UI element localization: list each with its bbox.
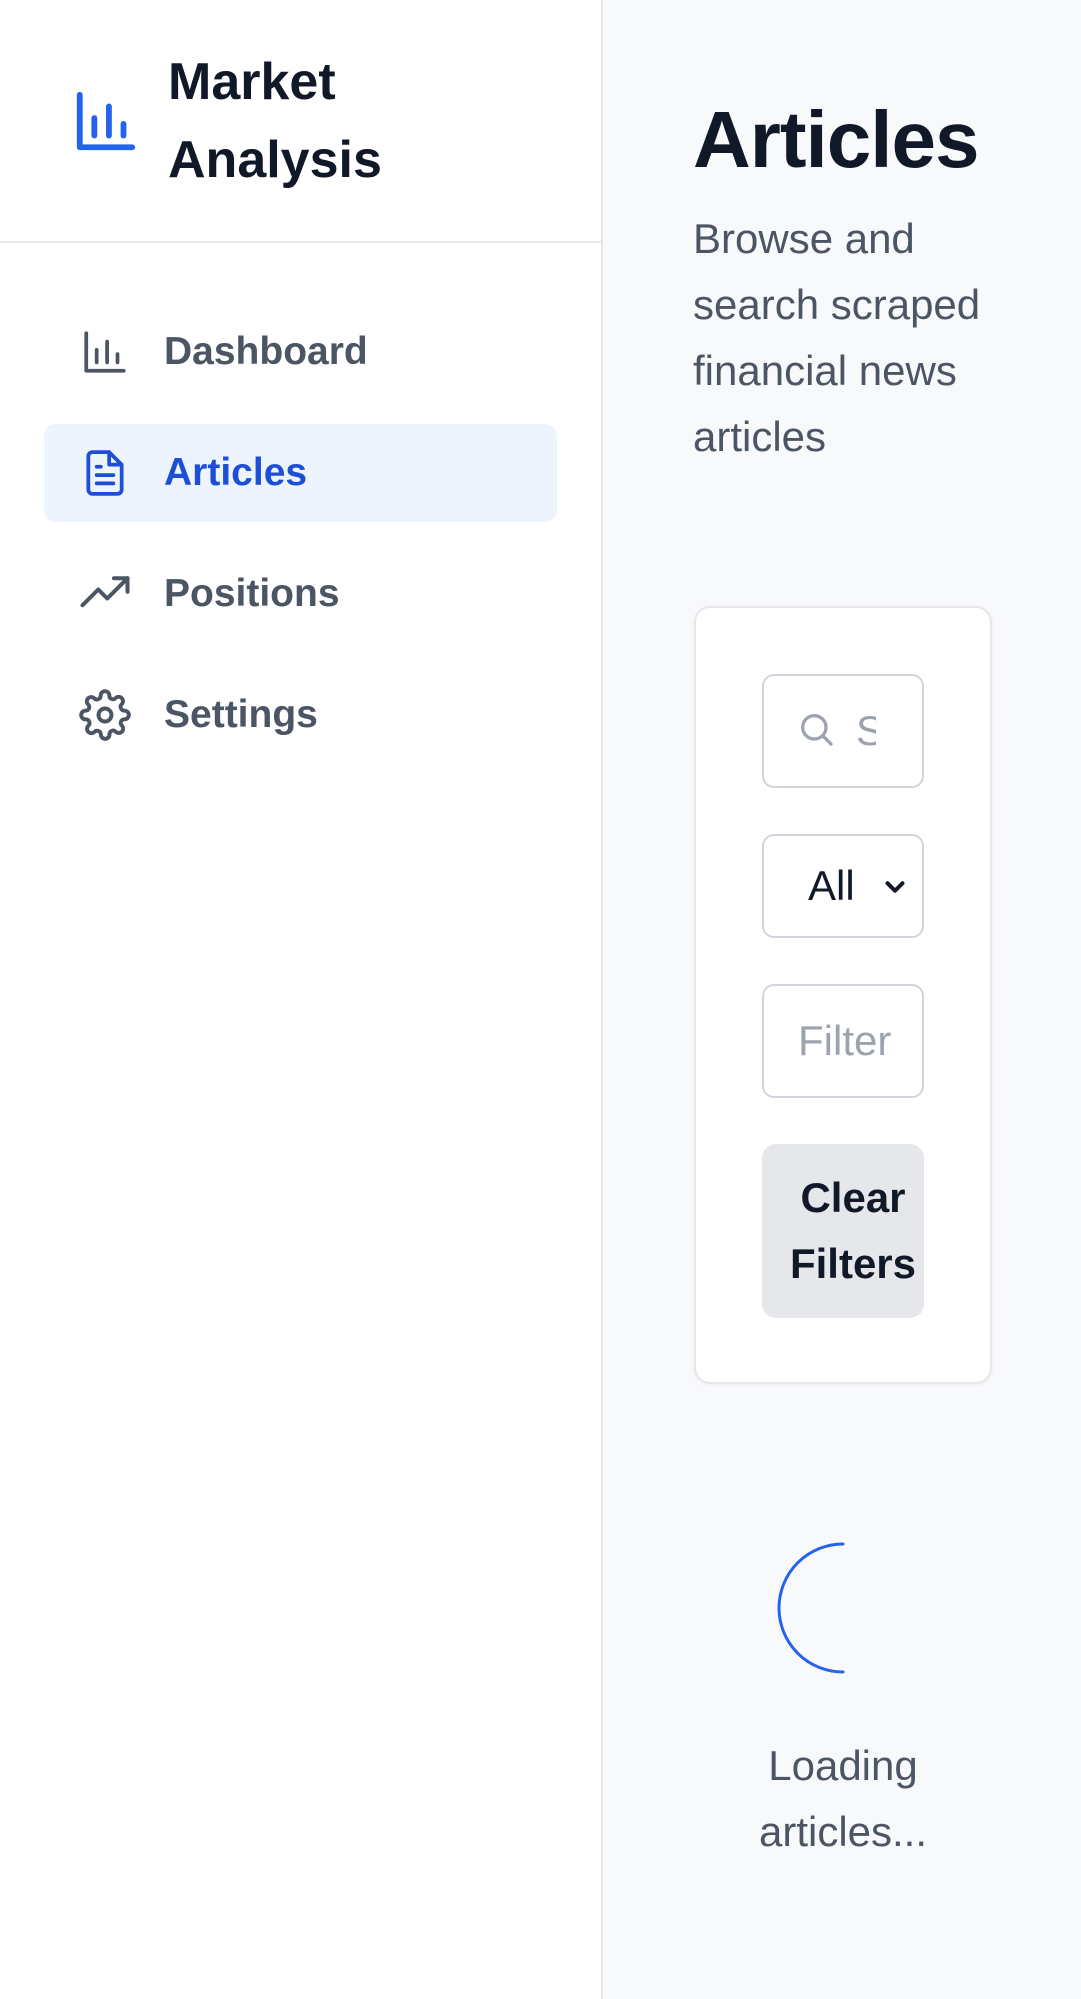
app-title: Market Analysis — [168, 52, 382, 189]
sidebar-item-label: Dashboard — [164, 330, 368, 373]
chevron-down-icon — [880, 872, 910, 907]
loading-indicator: Loading articles... — [694, 1540, 992, 1865]
date-filter-input[interactable] — [798, 1017, 898, 1065]
trending-up-icon — [78, 567, 132, 621]
sidebar-item-label: Settings — [164, 693, 318, 736]
sidebar-item-label: Positions — [164, 572, 340, 615]
sidebar-item-settings[interactable]: Settings — [44, 666, 557, 764]
bar-chart-icon — [70, 85, 142, 157]
source-select-value: All — [808, 862, 854, 909]
filter-card: All Clear Filters — [694, 606, 992, 1384]
source-select[interactable]: All — [762, 834, 924, 938]
search-icon — [796, 709, 836, 754]
document-icon — [78, 446, 132, 500]
sidebar-item-articles[interactable]: Articles — [44, 424, 557, 522]
sidebar-item-label: Articles — [164, 451, 308, 494]
page-subtitle: Browse and search scraped financial news… — [693, 215, 981, 460]
gear-icon — [78, 688, 132, 742]
search-field[interactable] — [762, 674, 924, 788]
clear-filters-button[interactable]: Clear Filters — [762, 1144, 924, 1318]
app-root: Market Analysis Dashboard Articles Posit… — [0, 0, 1081, 1999]
page-title: Articles — [693, 95, 979, 184]
spinner-icon — [775, 1540, 911, 1681]
loading-text: Loading articles... — [758, 1742, 928, 1855]
sidebar-item-positions[interactable]: Positions — [44, 545, 557, 643]
date-filter-field[interactable] — [762, 984, 924, 1098]
sidebar: Market Analysis Dashboard Articles Posit… — [0, 0, 603, 1999]
brand: Market Analysis — [0, 0, 601, 243]
search-input[interactable] — [856, 707, 876, 755]
sidebar-nav: Dashboard Articles Positions Settings — [0, 243, 601, 764]
sidebar-item-dashboard[interactable]: Dashboard — [44, 303, 557, 401]
bar-chart-icon — [78, 325, 132, 379]
